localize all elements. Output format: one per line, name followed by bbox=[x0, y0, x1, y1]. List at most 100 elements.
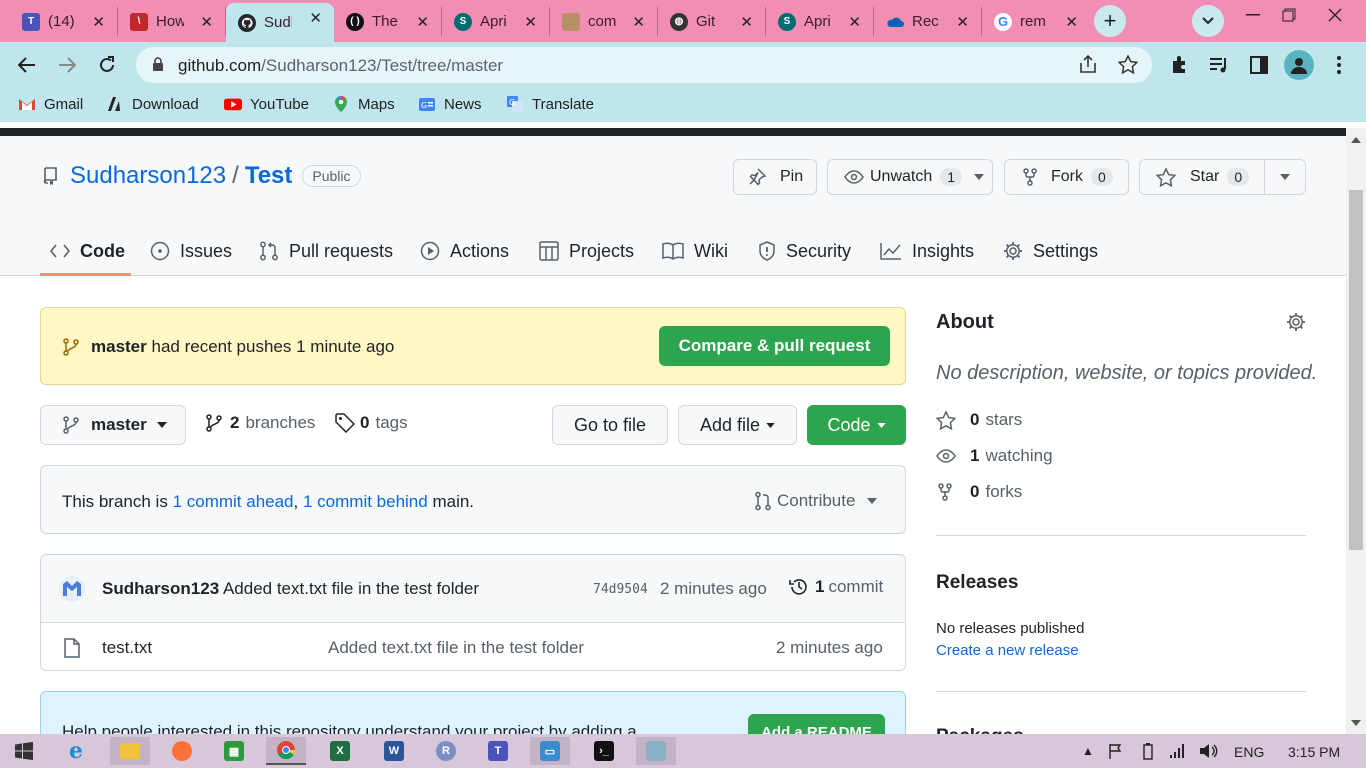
tab-settings[interactable]: Settings bbox=[1003, 236, 1098, 266]
close-icon[interactable]: ✕ bbox=[309, 9, 322, 27]
maximize-button[interactable] bbox=[1266, 0, 1312, 30]
side-panel-icon[interactable] bbox=[1246, 52, 1272, 78]
commit-message[interactable]: Added text.txt file in the test folder bbox=[223, 579, 479, 598]
bookmark-news[interactable]: G News bbox=[418, 95, 482, 113]
bookmark-star-icon[interactable] bbox=[1118, 55, 1138, 74]
teams-icon[interactable]: T bbox=[478, 737, 518, 765]
browser-tab[interactable]: ( ) The ✕ bbox=[334, 7, 442, 36]
share-icon[interactable] bbox=[1078, 55, 1098, 73]
gear-icon[interactable] bbox=[1286, 312, 1306, 332]
chrome-icon[interactable] bbox=[266, 737, 306, 765]
url-text[interactable]: github.com/Sudharson123/Test/tree/master bbox=[178, 56, 503, 76]
browser-tab[interactable]: com ✕ bbox=[550, 7, 658, 36]
star-button[interactable]: Star 0 bbox=[1139, 159, 1306, 195]
bookmark-download[interactable]: Download bbox=[106, 95, 199, 113]
r-icon[interactable]: R bbox=[426, 737, 466, 765]
notes-icon[interactable] bbox=[636, 737, 676, 765]
page-scrollbar[interactable] bbox=[1346, 128, 1366, 734]
go-to-file-button[interactable]: Go to file bbox=[552, 405, 668, 445]
fork-button[interactable]: Fork 0 bbox=[1004, 159, 1129, 195]
code-dropdown-button[interactable]: Code bbox=[807, 405, 906, 445]
close-icon[interactable]: ✕ bbox=[1065, 13, 1078, 31]
back-button[interactable] bbox=[14, 52, 40, 78]
language-indicator[interactable]: ENG bbox=[1234, 744, 1264, 760]
word-icon[interactable]: W bbox=[374, 737, 414, 765]
tags-link[interactable]: 0 tags bbox=[335, 413, 408, 433]
browser-tab-active[interactable]: Sudh ✕ bbox=[226, 3, 334, 42]
browser-tab[interactable]: T (14) ✕ bbox=[10, 7, 118, 36]
media-control-icon[interactable] bbox=[1206, 52, 1232, 78]
avatar[interactable] bbox=[59, 576, 85, 602]
close-icon[interactable]: ✕ bbox=[416, 13, 429, 31]
compare-pull-request-button[interactable]: Compare & pull request bbox=[659, 326, 890, 366]
releases-heading[interactable]: Releases bbox=[936, 572, 1018, 594]
forward-button[interactable] bbox=[54, 52, 80, 78]
file-explorer-icon[interactable] bbox=[110, 737, 150, 765]
reload-button[interactable] bbox=[94, 52, 120, 78]
repo-owner-link[interactable]: Sudharson123 bbox=[70, 162, 226, 190]
close-icon[interactable]: ✕ bbox=[524, 13, 537, 31]
extensions-icon[interactable] bbox=[1166, 52, 1192, 78]
browser-tab[interactable]: Rec ✕ bbox=[874, 7, 982, 36]
browser-tab[interactable]: G rem ✕ bbox=[982, 7, 1090, 36]
close-icon[interactable]: ✕ bbox=[632, 13, 645, 31]
bookmark-youtube[interactable]: YouTube bbox=[224, 95, 309, 113]
add-file-button[interactable]: Add file bbox=[678, 405, 797, 445]
internet-explorer-icon[interactable]: e bbox=[56, 737, 96, 765]
branches-link[interactable]: 2 branches bbox=[206, 413, 315, 433]
packages-heading[interactable]: Packages bbox=[936, 726, 1024, 734]
firefox-icon[interactable] bbox=[162, 737, 202, 765]
close-window-button[interactable] bbox=[1312, 0, 1358, 30]
repo-name-link[interactable]: Test bbox=[245, 162, 293, 190]
close-icon[interactable]: ✕ bbox=[92, 13, 105, 31]
system-clock[interactable]: 3:15 PM bbox=[1288, 744, 1340, 760]
file-name-link[interactable]: test.txt bbox=[102, 638, 152, 658]
bookmark-gmail[interactable]: Gmail bbox=[18, 95, 83, 113]
tab-actions[interactable]: Actions bbox=[420, 236, 509, 266]
bookmark-maps[interactable]: Maps bbox=[332, 95, 395, 113]
create-release-link[interactable]: Create a new release bbox=[936, 642, 1079, 659]
tab-code[interactable]: Code bbox=[50, 236, 125, 266]
commit-history-link[interactable]: 1 commit bbox=[789, 577, 883, 597]
file-commit-message[interactable]: Added text.txt file in the test folder bbox=[328, 638, 584, 658]
contribute-dropdown[interactable]: Contribute bbox=[755, 491, 878, 511]
windows-start-icon[interactable] bbox=[4, 737, 44, 765]
excel-icon[interactable]: X bbox=[320, 737, 360, 765]
commit-author[interactable]: Sudharson123 bbox=[102, 579, 219, 598]
stars-link[interactable]: 0 stars bbox=[936, 410, 1022, 430]
close-icon[interactable]: ✕ bbox=[200, 13, 213, 31]
remote-desktop-icon[interactable]: ▭ bbox=[530, 737, 570, 765]
tab-pull-requests[interactable]: Pull requests bbox=[259, 236, 393, 266]
push-branch-name[interactable]: master bbox=[91, 337, 147, 356]
scrollbar-thumb[interactable] bbox=[1349, 190, 1363, 550]
tab-security[interactable]: Security bbox=[758, 236, 851, 266]
table-row[interactable]: test.txt Added text.txt file in the test… bbox=[41, 623, 905, 670]
close-icon[interactable]: ✕ bbox=[848, 13, 861, 31]
browser-tab[interactable]: ◍ Git ✕ bbox=[658, 7, 766, 36]
watching-link[interactable]: 1 watching bbox=[936, 446, 1053, 466]
tab-wiki[interactable]: Wiki bbox=[662, 236, 728, 266]
kebab-menu-icon[interactable] bbox=[1326, 52, 1352, 78]
tab-search-button[interactable] bbox=[1192, 5, 1224, 37]
close-icon[interactable]: ✕ bbox=[740, 13, 753, 31]
ahead-link[interactable]: 1 commit ahead bbox=[173, 492, 294, 511]
behind-link[interactable]: 1 commit behind bbox=[303, 492, 428, 511]
branch-select-button[interactable]: master bbox=[40, 405, 186, 445]
lock-icon[interactable] bbox=[152, 57, 164, 72]
chevron-up-icon[interactable]: ▲ bbox=[1082, 744, 1094, 758]
close-icon[interactable]: ✕ bbox=[956, 13, 969, 31]
unwatch-button[interactable]: Unwatch 1 bbox=[827, 159, 993, 195]
browser-tab[interactable]: \ How ✕ bbox=[118, 7, 226, 36]
forks-link[interactable]: 0 forks bbox=[938, 482, 1022, 502]
store-icon[interactable]: ▦ bbox=[214, 737, 254, 765]
new-tab-button[interactable]: + bbox=[1094, 5, 1126, 37]
browser-tab[interactable]: S Apri ✕ bbox=[442, 7, 550, 36]
tab-insights[interactable]: Insights bbox=[880, 236, 974, 266]
commit-sha[interactable]: 74d9504 bbox=[593, 582, 648, 597]
profile-avatar[interactable] bbox=[1284, 50, 1314, 80]
bookmark-translate[interactable]: G Translate bbox=[506, 95, 594, 113]
tab-projects[interactable]: Projects bbox=[539, 236, 634, 266]
address-bar[interactable]: github.com/Sudharson123/Test/tree/master bbox=[136, 47, 1152, 83]
pin-button[interactable]: Pin bbox=[733, 159, 817, 195]
terminal-icon[interactable]: ›_ bbox=[584, 737, 624, 765]
